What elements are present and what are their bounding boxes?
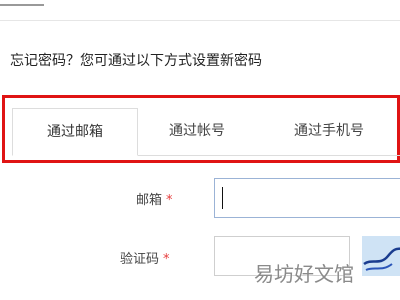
tab-email-label: 通过邮箱 (47, 124, 103, 140)
captcha-image[interactable] (362, 236, 400, 276)
code-label-text: 验证码 (120, 252, 160, 267)
method-tab-bar: 通过邮箱 通过帐号 通过手机号 (12, 108, 400, 156)
tab-phone-label: 通过手机号 (294, 123, 364, 139)
code-required-mark: * (163, 252, 170, 267)
email-label-text: 邮箱 (136, 193, 163, 208)
email-required-mark: * (166, 193, 173, 208)
email-input[interactable] (214, 178, 400, 218)
tab-account-label: 通过帐号 (169, 123, 225, 139)
intro-text: 忘记密码？您可通过以下方式设置新密码 (10, 53, 262, 69)
code-label: 验证码 * (120, 248, 170, 267)
header-fragment (0, 0, 44, 6)
header-divider (0, 20, 400, 21)
forgot-password-page: 忘记密码？您可通过以下方式设置新密码 通过邮箱 通过帐号 通过手机号 邮箱 * 验… (0, 0, 400, 300)
watermark-text: 易坊好文馆 (254, 262, 354, 286)
email-label: 邮箱 * (136, 189, 173, 208)
tab-email[interactable]: 通过邮箱 (12, 108, 138, 156)
text-caret (222, 187, 223, 209)
captcha-squiggle-icon (363, 247, 400, 271)
tab-phone[interactable]: 通过手机号 (274, 108, 384, 156)
tab-account[interactable]: 通过帐号 (142, 108, 252, 156)
